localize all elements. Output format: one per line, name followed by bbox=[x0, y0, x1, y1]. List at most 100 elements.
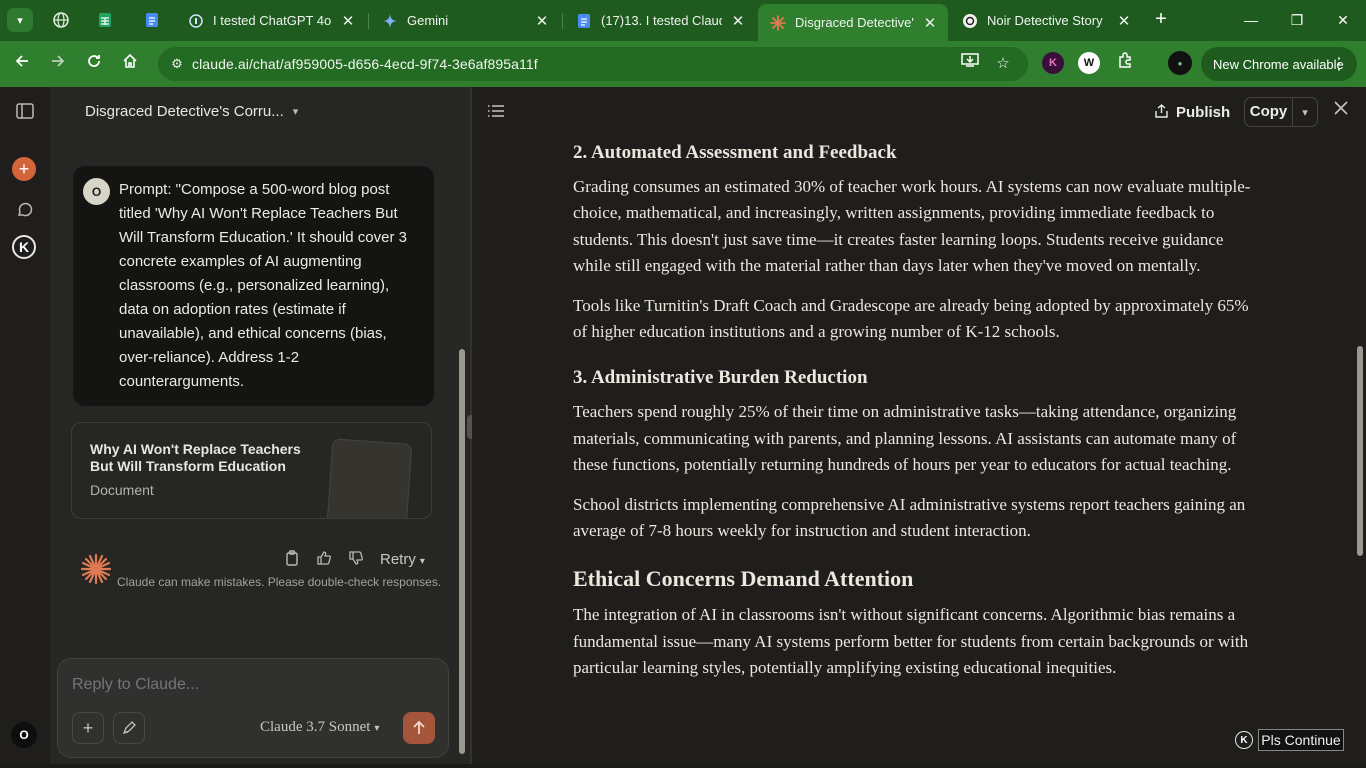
sidebar-icon bbox=[16, 103, 34, 119]
minimize-button[interactable]: — bbox=[1228, 8, 1274, 32]
new-chrome-available-button[interactable]: New Chrome available ⋮ bbox=[1201, 47, 1357, 81]
forward-button[interactable] bbox=[45, 51, 71, 77]
new-chrome-label: New Chrome available bbox=[1213, 56, 1344, 72]
more-vertical-icon[interactable]: ⋮ bbox=[1331, 54, 1347, 74]
retry-label: Retry bbox=[380, 551, 416, 568]
plus-icon: + bbox=[18, 158, 30, 179]
tab-separator bbox=[562, 13, 563, 29]
install-app-icon[interactable] bbox=[957, 51, 983, 77]
google-docs-icon bbox=[146, 13, 158, 27]
reload-icon bbox=[88, 55, 100, 67]
section-heading: 3. Administrative Burden Reduction bbox=[573, 367, 868, 389]
chat-pane: Disgraced Detective's Corru... ▾ O Promp… bbox=[50, 87, 470, 768]
pinned-tab-sheets[interactable] bbox=[92, 8, 118, 32]
gemini-star-icon bbox=[382, 13, 398, 29]
retry-button[interactable]: Retry ▾ bbox=[380, 551, 425, 568]
artifact-card-type: Document bbox=[90, 482, 154, 498]
add-attachment-button[interactable]: + bbox=[72, 712, 104, 744]
model-selector[interactable]: Claude 3.7 Sonnet ▾ bbox=[260, 719, 379, 736]
section-heading: 2. Automated Assessment and Feedback bbox=[573, 142, 897, 163]
message-composer: + Claude 3.7 Sonnet▾ bbox=[57, 658, 449, 758]
disclaimer-text: Claude can make mistakes. Please double-… bbox=[117, 575, 442, 589]
paragraph: Grading consumes an estimated 30% of tea… bbox=[573, 177, 1251, 276]
close-icon[interactable]: ✕ bbox=[340, 12, 356, 30]
restore-button[interactable]: ❐ bbox=[1274, 8, 1320, 32]
reply-input[interactable] bbox=[72, 676, 422, 694]
browser-toolbar: ⚙ claude.ai/chat/af959005-d656-4ecd-9f74… bbox=[0, 41, 1366, 87]
openai-icon bbox=[962, 13, 978, 29]
thumbs-down-icon[interactable] bbox=[340, 550, 372, 569]
copy-options-chevron-icon[interactable]: ▾ bbox=[1293, 106, 1317, 119]
close-icon[interactable]: ✕ bbox=[730, 12, 746, 30]
k-extension-button[interactable]: K bbox=[12, 235, 36, 259]
thumbs-up-icon[interactable] bbox=[308, 550, 340, 569]
site-settings-icon[interactable]: ⚙ bbox=[162, 56, 192, 72]
close-icon[interactable]: ✕ bbox=[922, 14, 938, 32]
tab-disgraced-detective[interactable]: Disgraced Detective's C ✕ bbox=[758, 4, 948, 41]
section-heading-major: Ethical Concerns Demand Attention bbox=[573, 566, 914, 592]
chevron-down-icon: ▾ bbox=[374, 723, 380, 734]
chats-button[interactable] bbox=[12, 197, 38, 223]
close-artifact-button[interactable] bbox=[1334, 99, 1348, 120]
extensions-puzzle-icon[interactable] bbox=[1112, 51, 1138, 77]
artifact-pane: Publish Copy ▾ 2. Automated Assessment a… bbox=[472, 87, 1366, 768]
sidebar-toggle-button[interactable] bbox=[12, 98, 38, 124]
new-tab-button[interactable]: + bbox=[1150, 9, 1172, 31]
tab-title: Gemini bbox=[407, 13, 449, 28]
url-text[interactable]: claude.ai/chat/af959005-d656-4ecd-9f74-3… bbox=[192, 56, 538, 72]
close-icon[interactable]: ✕ bbox=[1116, 12, 1132, 30]
paragraph: The integration of AI in classrooms isn'… bbox=[573, 605, 1249, 678]
send-button[interactable] bbox=[403, 712, 435, 744]
copy-button-group: Copy ▾ bbox=[1244, 97, 1318, 127]
close-window-button[interactable]: ✕ bbox=[1320, 8, 1366, 32]
model-name: Claude 3.7 Sonnet bbox=[260, 719, 371, 735]
pinned-tab-globe[interactable] bbox=[48, 8, 74, 32]
list-icon bbox=[488, 105, 504, 117]
artifact-list-button[interactable] bbox=[487, 104, 505, 123]
chat-scrollbar[interactable] bbox=[459, 349, 465, 754]
tab-noir-detective[interactable]: Noir Detective Story ✕ bbox=[950, 4, 1142, 37]
new-chat-button[interactable]: + bbox=[12, 157, 36, 181]
extension-w-icon[interactable]: W bbox=[1078, 52, 1100, 74]
user-message-text: Prompt: "Compose a 500-word blog post ti… bbox=[119, 181, 407, 390]
tab-title: I tested ChatGPT 4o im bbox=[213, 13, 332, 28]
pinned-tab-docs[interactable] bbox=[139, 8, 165, 32]
docs-blue-icon bbox=[188, 13, 204, 29]
close-icon[interactable]: ✕ bbox=[534, 12, 550, 30]
tab-claude-article[interactable]: (17)13. I tested Claude ✕ bbox=[564, 4, 756, 37]
tools-button[interactable] bbox=[113, 712, 145, 744]
tab-chatgpt-article[interactable]: I tested ChatGPT 4o im ✕ bbox=[176, 4, 366, 37]
pls-continue-button[interactable]: Pls Continue bbox=[1258, 729, 1344, 751]
chat-bubble-icon bbox=[17, 202, 33, 217]
address-bar[interactable]: ⚙ claude.ai/chat/af959005-d656-4ecd-9f74… bbox=[158, 47, 1028, 81]
artifact-card[interactable]: Why AI Won't Replace Teachers But Will T… bbox=[71, 422, 432, 519]
chat-title-button[interactable]: Disgraced Detective's Corru... ▾ bbox=[85, 103, 298, 120]
chevron-down-icon: ▾ bbox=[419, 556, 425, 567]
artifact-document: 2. Automated Assessment and Feedback Gra… bbox=[573, 141, 1263, 695]
arrow-left-icon bbox=[15, 55, 28, 67]
user-avatar: O bbox=[83, 178, 110, 205]
back-button[interactable] bbox=[9, 51, 35, 77]
copy-button[interactable]: Copy bbox=[1245, 98, 1293, 126]
artifact-thumbnail bbox=[325, 438, 413, 518]
k-extension-icon[interactable]: K bbox=[1235, 731, 1253, 749]
message-actions: Retry ▾ bbox=[276, 550, 425, 569]
extension-k-icon[interactable]: K bbox=[1042, 52, 1064, 74]
globe-icon bbox=[53, 12, 69, 28]
chat-title: Disgraced Detective's Corru... bbox=[85, 103, 284, 120]
google-sheets-icon bbox=[99, 13, 111, 27]
publish-button[interactable]: Publish bbox=[1155, 101, 1230, 123]
reload-button[interactable] bbox=[81, 51, 107, 77]
user-message: O Prompt: "Compose a 500-word blog post … bbox=[73, 166, 434, 406]
user-avatar[interactable]: O bbox=[11, 722, 37, 748]
tab-gemini[interactable]: Gemini ✕ bbox=[370, 4, 560, 37]
artifact-scrollbar[interactable] bbox=[1357, 346, 1363, 556]
google-docs-icon bbox=[576, 13, 592, 29]
bookmark-star-icon[interactable]: ☆ bbox=[990, 51, 1016, 77]
browser-tab-bar: ▾ I tested ChatGPT 4o im ✕ Gemini ✕ (17)… bbox=[0, 0, 1366, 41]
chevron-down-icon: ▾ bbox=[17, 14, 23, 27]
copy-message-icon[interactable] bbox=[276, 550, 308, 569]
home-button[interactable] bbox=[117, 51, 143, 77]
profile-avatar[interactable]: ● bbox=[1168, 51, 1192, 75]
tab-search-button[interactable]: ▾ bbox=[7, 8, 33, 32]
